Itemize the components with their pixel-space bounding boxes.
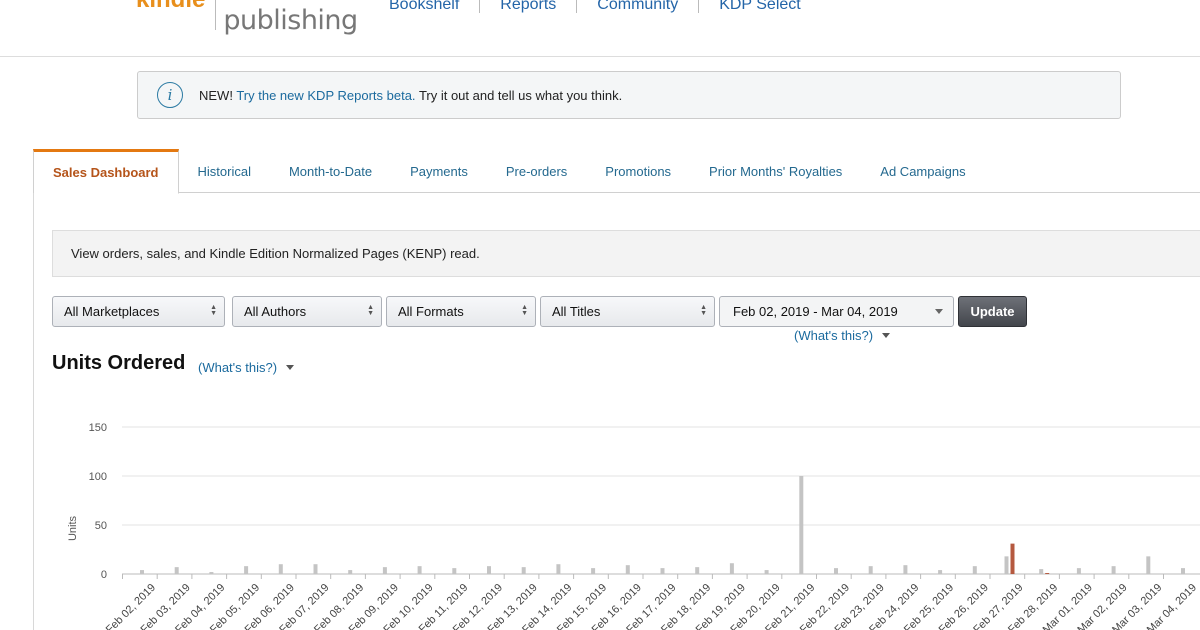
update-button[interactable]: Update [958, 296, 1027, 327]
bar-units [452, 568, 457, 574]
bar-units [174, 567, 179, 574]
bar-units [799, 476, 804, 574]
logo-kindle-text: kindle [136, 0, 205, 14]
bar-units [313, 564, 318, 574]
bar-units [729, 563, 734, 574]
top-header: kindle publishing Bookshelf Reports Comm… [0, 0, 1200, 57]
info-icon: i [157, 82, 183, 108]
select-arrows-icon: ▲ ▼ [367, 304, 374, 317]
bar-units [972, 566, 977, 574]
bar-units [625, 565, 630, 574]
authors-select-value: All Authors [244, 304, 307, 319]
nav-kdp-select[interactable]: KDP Select [719, 0, 801, 14]
new-reports-banner: i NEW! Try the new KDP Reports beta. Try… [137, 71, 1121, 119]
bar-units-highlight [1045, 573, 1050, 574]
date-range-value: Feb 02, 2019 - Mar 04, 2019 [733, 304, 898, 319]
y-tick-label: 50 [95, 520, 107, 532]
chevron-down-icon [882, 333, 891, 338]
banner-prefix: NEW! [199, 87, 233, 103]
marketplace-select[interactable]: All Marketplaces ▲ ▼ [52, 296, 225, 327]
report-tabs: Sales Dashboard Historical Month-to-Date… [33, 149, 1200, 194]
bar-units [660, 568, 665, 574]
date-whats-this-link[interactable]: (What's this?) [794, 328, 891, 343]
tab-pre-orders[interactable]: Pre-orders [487, 149, 586, 193]
nav-separator [576, 0, 578, 13]
bar-units [417, 566, 422, 574]
bar-units [382, 567, 387, 574]
dashboard-description: View orders, sales, and Kindle Edition N… [52, 230, 1200, 277]
kdp-logo[interactable]: kindle publishing [136, 0, 358, 36]
chevron-down-icon [286, 365, 295, 370]
tab-historical[interactable]: Historical [179, 149, 270, 193]
bar-units [556, 564, 561, 574]
formats-select-value: All Formats [398, 304, 464, 319]
units-ordered-title: Units Ordered [52, 352, 186, 374]
date-range-select[interactable]: Feb 02, 2019 - Mar 04, 2019 [719, 296, 954, 327]
titles-select-value: All Titles [552, 304, 601, 319]
select-arrows-icon: ▲ ▼ [700, 304, 707, 317]
tab-payments[interactable]: Payments [391, 149, 487, 193]
formats-select[interactable]: All Formats ▲ ▼ [386, 296, 536, 327]
date-whats-this-label: (What's this?) [794, 328, 874, 343]
bar-units [868, 566, 873, 574]
nav-community[interactable]: Community [597, 0, 678, 14]
y-tick-label: 0 [101, 569, 107, 581]
units-ordered-chart: 050100150UnitsFeb 02, 2019Feb 03, 2019Fe… [67, 422, 1200, 630]
banner-text: NEW! Try the new KDP Reports beta. Try i… [199, 88, 622, 103]
bar-units [1146, 556, 1151, 574]
bar-units [764, 570, 769, 574]
bar-units-highlight [1010, 543, 1015, 574]
authors-select[interactable]: All Authors ▲ ▼ [232, 296, 382, 327]
banner-beta-link[interactable]: Try the new KDP Reports beta. [236, 88, 415, 103]
bar-units [591, 568, 596, 574]
bar-units [521, 567, 526, 574]
titles-select[interactable]: All Titles ▲ ▼ [540, 296, 715, 327]
bar-units [1111, 566, 1116, 574]
bar-units [1004, 556, 1009, 574]
marketplace-select-value: All Marketplaces [64, 304, 160, 319]
bar-units [1181, 568, 1185, 574]
units-whats-this-link[interactable]: (What's this?) [198, 360, 295, 375]
tab-prior-months-royalties[interactable]: Prior Months' Royalties [690, 149, 861, 193]
nav-reports[interactable]: Reports [500, 0, 556, 14]
select-arrows-icon: ▲ ▼ [210, 304, 217, 317]
logo-divider [215, 0, 217, 30]
main-nav: Bookshelf Reports Community KDP Select [389, 0, 801, 14]
bar-units [695, 567, 700, 574]
y-axis-label: Units [67, 515, 79, 541]
bar-units [938, 570, 943, 574]
chevron-down-icon [935, 309, 943, 314]
nav-separator [698, 0, 700, 13]
bar-units [244, 566, 249, 574]
tab-sales-dashboard[interactable]: Sales Dashboard [33, 149, 179, 194]
bar-units [140, 570, 144, 574]
nav-bookshelf[interactable]: Bookshelf [389, 0, 459, 14]
bar-units [1039, 569, 1044, 574]
bar-units [278, 564, 283, 574]
bar-units [209, 572, 214, 574]
logo-publishing-text: publishing [223, 5, 358, 36]
units-whats-this-label: (What's this?) [198, 360, 278, 375]
bar-units [348, 570, 353, 574]
nav-separator [479, 0, 481, 13]
tab-promotions[interactable]: Promotions [586, 149, 690, 193]
banner-suffix: Try it out and tell us what you think. [418, 87, 623, 103]
tab-ad-campaigns[interactable]: Ad Campaigns [861, 149, 984, 193]
y-tick-label: 150 [89, 422, 107, 434]
bar-units [903, 565, 908, 574]
bar-units [487, 566, 491, 574]
y-tick-label: 100 [89, 471, 107, 483]
tab-month-to-date[interactable]: Month-to-Date [270, 149, 391, 193]
select-arrows-icon: ▲ ▼ [521, 304, 528, 317]
bar-units [1076, 568, 1081, 574]
bar-units [834, 568, 838, 574]
